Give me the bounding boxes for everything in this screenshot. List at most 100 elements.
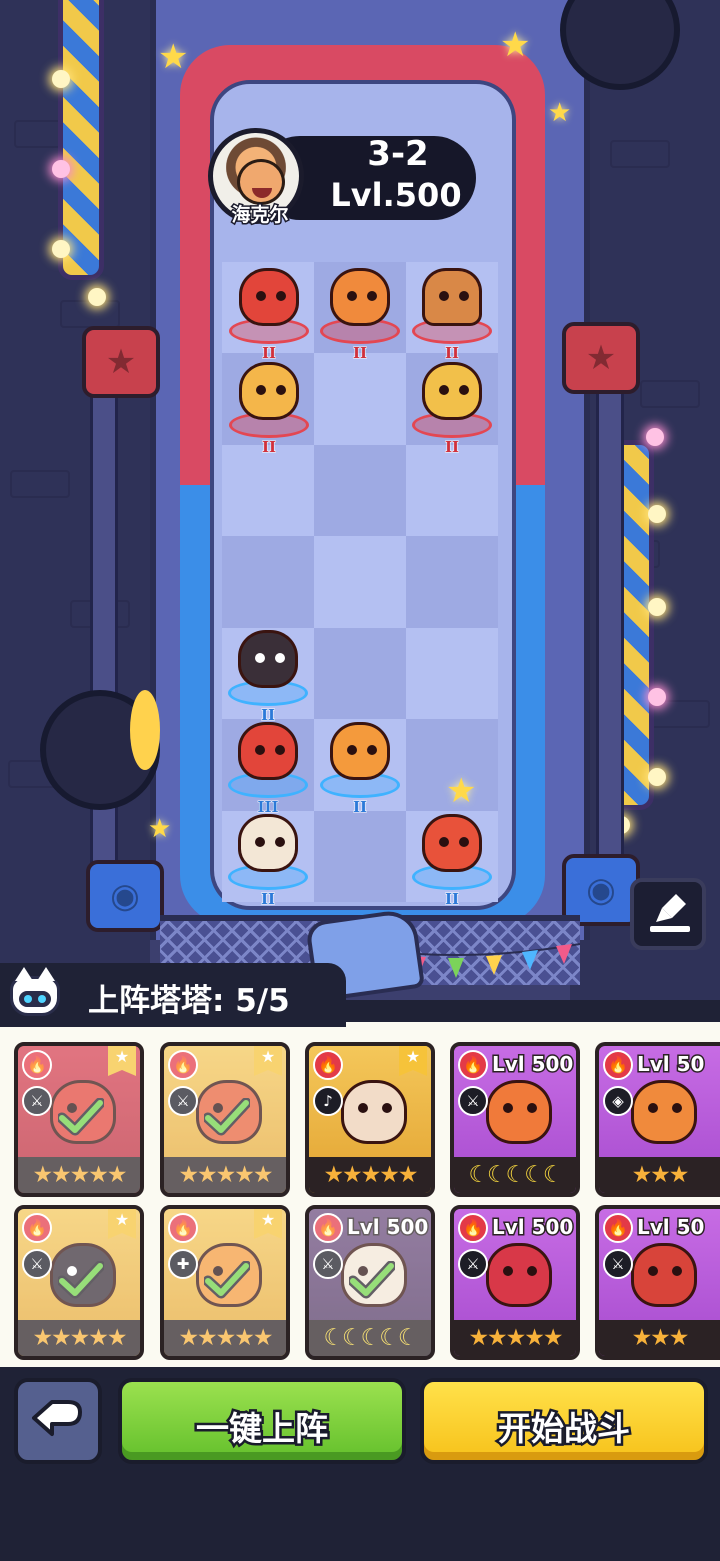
- creature-sprite: [422, 362, 482, 420]
- auto-deploy-label: 一键上阵: [194, 1407, 331, 1451]
- deployed-check-icon: [58, 1098, 104, 1136]
- card-level: Lvl 50: [636, 1051, 706, 1078]
- ally-fire-phoenix[interactable]: II: [224, 808, 312, 909]
- red-bird-card[interactable]: 🔥 ⚔ Lvl 50 ★★★: [595, 1205, 720, 1360]
- ally-fire-dragon[interactable]: III: [224, 716, 312, 817]
- card-stars: ★★★: [599, 1157, 720, 1193]
- sword-icon: ⚔: [313, 1249, 343, 1279]
- left-banner: [58, 0, 104, 280]
- creature-sprite: [238, 630, 298, 688]
- auto-deploy-button[interactable]: 一键上阵: [118, 1378, 406, 1464]
- ally-fire-rabbit[interactable]: II: [316, 716, 404, 817]
- fire-icon: 🔥: [313, 1050, 343, 1080]
- enemy-fire-dragon[interactable]: II: [225, 262, 313, 363]
- card-stars: ★★★★★: [164, 1320, 286, 1356]
- opponent-level: Lvl.500: [330, 176, 462, 214]
- enemy-burger-pig[interactable]: II: [408, 262, 496, 363]
- star-badge-icon: ★: [108, 1046, 136, 1076]
- sword-icon: ⚔: [458, 1249, 488, 1279]
- deployed-check-icon: [204, 1098, 250, 1136]
- download-icon: [650, 894, 690, 932]
- fire-icon: 🔥: [168, 1213, 198, 1243]
- fire-icon: 🔥: [603, 1050, 633, 1080]
- card-stars: ☾☾☾☾☾: [309, 1320, 431, 1356]
- unit-rank: II: [260, 890, 276, 909]
- creature-sprite: [422, 268, 482, 326]
- sword-icon: ⚔: [22, 1249, 52, 1279]
- eye-icon: ◈: [603, 1086, 633, 1116]
- red-pedestal-left: ★: [82, 326, 160, 398]
- deploy-count-label: 上阵塔塔: 5/5: [88, 983, 290, 1019]
- card-stars: ☾☾☾☾☾: [454, 1157, 576, 1193]
- sword-icon: ⚔: [603, 1249, 633, 1279]
- opponent-name: 海克尔: [230, 203, 290, 228]
- creature-sprite: [330, 722, 390, 780]
- ally-red-fox[interactable]: II: [408, 808, 496, 909]
- enemy-lion[interactable]: II: [408, 356, 496, 457]
- fire-icon: 🔥: [168, 1050, 198, 1080]
- sword-icon: ⚔: [458, 1086, 488, 1116]
- sword-icon: ⚔: [22, 1086, 52, 1116]
- plus-icon: ✚: [168, 1249, 198, 1279]
- cat-robot-icon: [10, 967, 60, 1016]
- battle-arena: ★ ★ ★ ★ ★ ★ ★ ◉ ◉ 海克尔 3-2 Lvl.500 II II: [0, 0, 720, 1000]
- star-badge-icon: ★: [108, 1209, 136, 1239]
- card-stars: ★★★★★: [18, 1157, 140, 1193]
- unit-rank: II: [352, 798, 368, 817]
- fire-dragon-card[interactable]: 🔥 ⚔ ★ ★★★★★: [14, 1042, 144, 1197]
- unit-rank: II: [261, 438, 277, 457]
- save-formation-button[interactable]: [630, 878, 706, 950]
- card-stars: ★★★★★: [164, 1157, 286, 1193]
- card-level: Lvl 500: [346, 1214, 430, 1241]
- fire-phoenix-card[interactable]: 🔥 ⚔ Lvl 500 ☾☾☾☾☾: [305, 1205, 435, 1360]
- red-pedestal-right: ★: [562, 322, 640, 394]
- unit-rank: II: [352, 344, 368, 363]
- ally-fire-dogs[interactable]: II: [224, 624, 312, 725]
- creature-sprite: [239, 268, 299, 326]
- deployed-check-icon: [58, 1261, 104, 1299]
- card-stars: ★★★★★: [454, 1320, 576, 1356]
- deploy-count-tab: 上阵塔塔: 5/5: [0, 963, 346, 1027]
- fire-fox-card[interactable]: 🔥 ⚔ ★ ★★★★★: [160, 1042, 290, 1197]
- back-button[interactable]: [14, 1378, 102, 1464]
- fire-icon: 🔥: [22, 1050, 52, 1080]
- start-battle-button[interactable]: 开始战斗: [420, 1378, 708, 1464]
- creature-sprite: [239, 362, 299, 420]
- fire-ferret-card[interactable]: 🔥 ⚔ Lvl 500 ☾☾☾☾☾: [450, 1042, 580, 1197]
- fire-icon: 🔥: [458, 1213, 488, 1243]
- creature-sprite: [238, 722, 298, 780]
- creature-sprite: [330, 268, 390, 326]
- blue-pedestal-left: ◉: [86, 860, 164, 932]
- red-mole-card[interactable]: 🔥 ⚔ Lvl 500 ★★★★★: [450, 1205, 580, 1360]
- card-level: Lvl 500: [491, 1051, 575, 1078]
- stage-number: 3-2: [367, 134, 429, 174]
- card-level: Lvl 500: [491, 1214, 575, 1241]
- deployed-check-icon: [204, 1261, 250, 1299]
- fire-frog-card[interactable]: 🔥 ♪ ★ ★★★★★: [305, 1042, 435, 1197]
- fire-icon: 🔥: [313, 1213, 343, 1243]
- fire-icon: 🔥: [458, 1050, 488, 1080]
- unit-rank: II: [444, 438, 460, 457]
- card-stars: ★★★: [599, 1320, 720, 1356]
- opponent-badge[interactable]: 海克尔 3-2 Lvl.500: [208, 128, 476, 228]
- unit-rank: II: [444, 890, 460, 909]
- star-badge-icon: ★: [254, 1209, 282, 1239]
- tiger-card[interactable]: 🔥 ◈ Lvl 50 ★★★: [595, 1042, 720, 1197]
- fire-icon: 🔥: [22, 1213, 52, 1243]
- right-pillar: [596, 360, 624, 880]
- sword-icon: ⚔: [168, 1086, 198, 1116]
- bell-icon: ♪: [313, 1086, 343, 1116]
- creature-sprite: [238, 814, 298, 872]
- fire-dogs-card[interactable]: 🔥 ⚔ ★ ★★★★★: [14, 1205, 144, 1360]
- card-stars: ★★★★★: [18, 1320, 140, 1356]
- creature-sprite: [422, 814, 482, 872]
- card-stars: ★★★★★: [309, 1157, 431, 1193]
- return-arrow-icon: [32, 1400, 82, 1436]
- enemy-fire-lynx[interactable]: II: [225, 356, 313, 457]
- fire-icon: 🔥: [603, 1213, 633, 1243]
- fire-rabbit-card[interactable]: 🔥 ✚ ★ ★★★★★: [160, 1205, 290, 1360]
- deployed-check-icon: [349, 1261, 395, 1299]
- enemy-tiger[interactable]: II: [316, 262, 404, 363]
- star-badge-icon: ★: [254, 1046, 282, 1076]
- card-level: Lvl 50: [636, 1214, 706, 1241]
